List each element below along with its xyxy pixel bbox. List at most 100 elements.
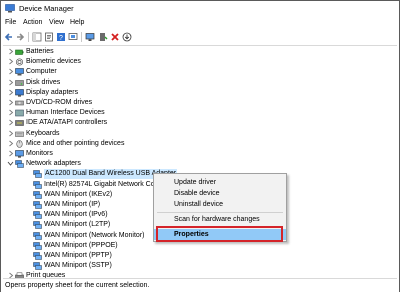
forward-icon[interactable] [15, 32, 25, 42]
tree-device[interactable]: WAN Miniport (PPTP) [3, 251, 393, 261]
tree-category[interactable]: Batteries [3, 47, 393, 57]
network-icon [33, 231, 42, 240]
tree-item-label: WAN Miniport (SSTP) [44, 262, 112, 270]
network-icon [33, 191, 42, 199]
toolbar: ? [1, 30, 399, 44]
chevron-right-icon[interactable] [7, 109, 14, 116]
tree-category[interactable]: Display adapters [3, 88, 393, 98]
display-icon [15, 88, 24, 97]
computer-icon [15, 68, 24, 76]
mouse-icon [16, 139, 23, 148]
chevron-right-icon[interactable] [7, 272, 14, 279]
uninstall-icon[interactable] [110, 32, 120, 42]
tree-item-label: WAN Miniport (PPTP) [44, 252, 112, 259]
chevron-right-icon[interactable] [7, 130, 14, 137]
network-icon [15, 160, 24, 168]
keyboard-icon [15, 131, 24, 137]
tree-item-label: Keyboards [26, 129, 60, 137]
monitor-icon[interactable] [85, 32, 95, 42]
properties-highlight-outline [156, 226, 283, 242]
tree-item-label: DVD/CD-ROM drives [26, 99, 93, 106]
tree-item-label: WAN Miniport (Network Monitor) [44, 231, 145, 239]
tree-item-label: Intel(R) 82574L Gigabit Network Conn [44, 180, 163, 188]
hid-icon [15, 109, 24, 117]
scan-download-icon[interactable] [122, 32, 132, 42]
network-icon [33, 201, 42, 209]
scan-hardware-menu-item[interactable]: Scan for hardware changes [154, 214, 286, 225]
tree-category[interactable]: Human Interface Devices [3, 108, 393, 118]
tree-item-label: Disk drives [26, 78, 61, 86]
menu-file[interactable]: File [5, 19, 16, 26]
toolbar-separator [81, 32, 82, 42]
chevron-right-icon[interactable] [7, 58, 14, 65]
tree-item-label: WAN Miniport (IP) [44, 201, 101, 208]
tree-item-label: IDE ATA/ATAPI controllers [26, 119, 108, 127]
tree-item-label: WAN Miniport (IPv6) [44, 211, 108, 219]
chevron-right-icon[interactable] [7, 68, 14, 75]
tree-category[interactable]: Print queues [3, 271, 393, 279]
chevron-down-icon[interactable] [7, 160, 14, 167]
device-tree: Batteries Biometric devices Computer Disk d… [3, 45, 397, 279]
help-icon[interactable]: ? [56, 32, 66, 42]
network-icon [33, 242, 42, 250]
menu-bar: File Action View Help [1, 18, 399, 30]
tree-item-label: Display adapters [26, 88, 79, 96]
network-icon [33, 180, 42, 189]
show-hide-tree-icon[interactable] [32, 32, 42, 42]
tree-category[interactable]: Mice and other pointing devices [3, 139, 393, 149]
tree-category[interactable]: Biometric devices [3, 57, 393, 67]
tree-item-label: Network adapters [26, 160, 81, 168]
fingerprint-icon [15, 58, 24, 66]
back-icon[interactable] [4, 32, 14, 42]
battery-icon [15, 49, 24, 55]
chevron-right-icon[interactable] [7, 119, 14, 126]
network-icon [33, 211, 42, 219]
update-driver-icon[interactable] [98, 32, 108, 42]
properties-icon[interactable] [44, 32, 54, 42]
chevron-right-icon[interactable] [7, 89, 14, 96]
toolbar-separator [28, 32, 29, 42]
monitor-icon [15, 150, 24, 158]
disable-device-menu-item[interactable]: Disable device [154, 188, 286, 199]
uninstall-device-menu-item[interactable]: Uninstall device [154, 199, 286, 210]
tree-category[interactable]: Disk drives [3, 78, 393, 88]
tree-item-label: Batteries [26, 48, 54, 55]
svg-text:?: ? [59, 35, 63, 42]
chevron-right-icon[interactable] [7, 79, 14, 86]
tree-category[interactable]: Computer [3, 67, 393, 77]
chevron-right-icon[interactable] [7, 140, 14, 147]
status-bar: Opens property sheet for the current sel… [1, 280, 399, 292]
network-icon [33, 170, 42, 179]
tree-category[interactable]: Network adapters [3, 159, 393, 169]
chevron-right-icon[interactable] [7, 99, 14, 106]
device-manager-window: Device Manager File Action View Help ? B… [0, 0, 400, 292]
title-bar: Device Manager [1, 1, 399, 17]
tree-device[interactable]: WAN Miniport (PPPOE) [3, 241, 393, 251]
network-icon [33, 262, 42, 270]
disk-icon [15, 79, 24, 86]
tree-item-label: Biometric devices [26, 58, 81, 66]
menu-separator [157, 212, 283, 213]
tree-device[interactable]: WAN Miniport (SSTP) [3, 261, 393, 271]
update-driver-menu-item[interactable]: Update driver [154, 177, 286, 188]
dvd-icon [15, 100, 24, 106]
menu-view[interactable]: View [49, 19, 64, 26]
chevron-right-icon[interactable] [7, 150, 14, 157]
tree-category[interactable]: Monitors [3, 149, 393, 159]
tree-category[interactable]: IDE ATA/ATAPI controllers [3, 118, 393, 128]
tree-category[interactable]: DVD/CD-ROM drives [3, 98, 393, 108]
tree-item-label: WAN Miniport (PPPOE) [44, 241, 118, 249]
tree-item-label: Human Interface Devices [26, 109, 105, 117]
tree-item-label: Monitors [26, 150, 53, 157]
ide-icon [15, 120, 24, 127]
tree-category[interactable]: Keyboards [3, 129, 393, 139]
window-title: Device Manager [19, 4, 74, 13]
resources-icon[interactable] [68, 32, 78, 42]
tree-item-label: Print queues [26, 272, 66, 279]
menu-action[interactable]: Action [23, 19, 42, 26]
menu-help[interactable]: Help [70, 19, 84, 26]
tree-item-label: WAN Miniport (L2TP) [44, 221, 111, 229]
tree-item-label: Mice and other pointing devices [26, 139, 125, 147]
chevron-right-icon[interactable] [7, 48, 14, 55]
tree-item-label: Computer [26, 68, 57, 76]
